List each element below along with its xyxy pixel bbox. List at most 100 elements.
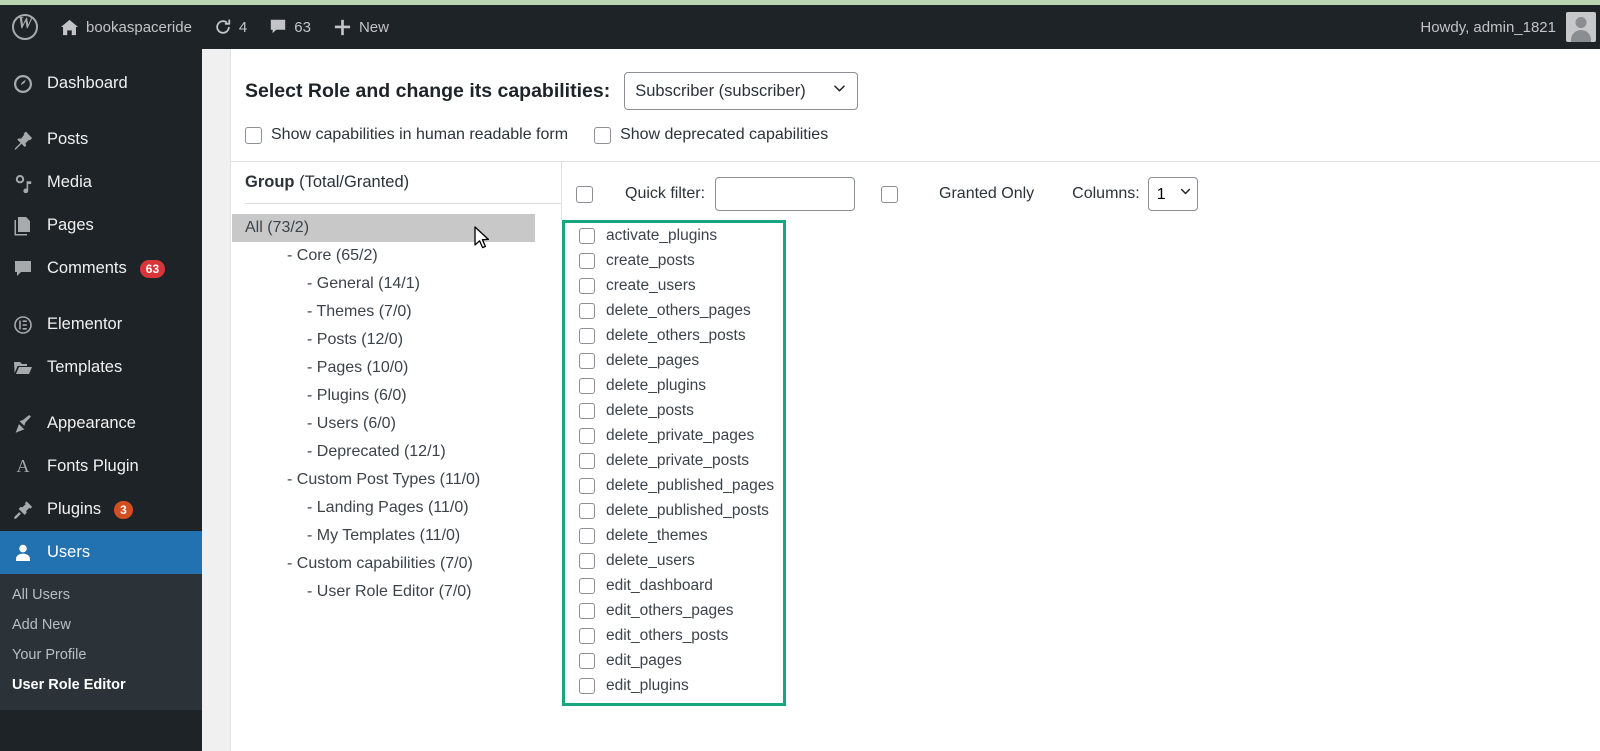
tree-item-my-templates[interactable]: - My Templates (11/0) (245, 522, 561, 550)
capability-label: create_users (606, 276, 696, 294)
human-readable-checkbox[interactable] (245, 126, 262, 144)
capability-row[interactable]: delete_themes (565, 523, 783, 548)
capability-row[interactable]: edit_pages (565, 648, 783, 673)
tree-item-pages[interactable]: - Pages (10/0) (245, 354, 561, 382)
capability-row[interactable]: create_posts (565, 248, 783, 273)
capability-row[interactable]: delete_others_pages (565, 298, 783, 323)
tree-item-custom-post-types[interactable]: - Custom Post Types (11/0) (245, 466, 561, 494)
sidebar-item-users[interactable]: Users (0, 531, 202, 574)
sidebar-subitem-user-role-editor[interactable]: User Role Editor (0, 670, 202, 700)
capability-checkbox[interactable] (579, 252, 595, 269)
sidebar-item-comments[interactable]: Comments 63 (0, 247, 202, 290)
tree-item-user-role-editor[interactable]: - User Role Editor (7/0) (245, 578, 561, 606)
columns-select-wrap: 1 (1147, 177, 1198, 211)
capability-row[interactable]: create_users (565, 273, 783, 298)
tree-item-all[interactable]: All (73/2) (232, 214, 535, 242)
sidebar-item-media[interactable]: Media (0, 161, 202, 204)
role-select[interactable]: Subscriber (subscriber) (624, 72, 859, 110)
plugins-badge: 3 (114, 500, 133, 519)
tree-item-themes[interactable]: - Themes (7/0) (245, 298, 561, 326)
sidebar-item-templates[interactable]: Templates (0, 346, 202, 389)
tree-item-users[interactable]: - Users (6/0) (245, 410, 561, 438)
deprecated-checkbox[interactable] (594, 126, 612, 144)
capability-row[interactable]: delete_private_pages (565, 423, 783, 448)
adminbar-wp-logo[interactable] (0, 5, 49, 49)
granted-only-option[interactable]: Granted Only (881, 185, 1034, 203)
capability-checkbox[interactable] (579, 602, 595, 619)
capability-row[interactable]: delete_posts (565, 398, 783, 423)
capability-checkbox[interactable] (579, 477, 595, 494)
capability-checkbox[interactable] (579, 377, 595, 394)
adminbar-updates[interactable]: 4 (203, 5, 258, 49)
capability-row[interactable]: edit_others_posts (565, 623, 783, 648)
capability-checkbox[interactable] (579, 552, 595, 569)
capability-row[interactable]: edit_plugins (565, 673, 783, 698)
capability-row[interactable]: activate_plugins (565, 223, 783, 248)
quick-filter-label: Quick filter: (625, 185, 706, 202)
tree-item-core[interactable]: - Core (65/2) (245, 242, 561, 270)
capability-checkbox[interactable] (579, 327, 595, 344)
capability-checkbox[interactable] (579, 427, 595, 444)
capability-checkbox[interactable] (579, 577, 595, 594)
home-icon (60, 18, 79, 37)
tree-item-posts[interactable]: - Posts (12/0) (245, 326, 561, 354)
sidebar-item-fonts-plugin[interactable]: A Fonts Plugin (0, 445, 202, 488)
tree-item-deprecated[interactable]: - Deprecated (12/1) (245, 438, 561, 466)
quick-filter-input[interactable] (715, 177, 856, 211)
sidebar-item-posts[interactable]: Posts (0, 118, 202, 161)
capability-checkbox[interactable] (579, 352, 595, 369)
columns-select[interactable]: 1 (1147, 177, 1198, 211)
sidebar-item-elementor[interactable]: Elementor (0, 303, 202, 346)
tree-item-label: - Plugins (6/0) (307, 387, 407, 404)
capability-checkbox[interactable] (579, 677, 595, 694)
submenu-label: User Role Editor (12, 677, 126, 693)
human-readable-option[interactable]: Show capabilities in human readable form (245, 126, 568, 144)
sidebar-item-plugins[interactable]: Plugins 3 (0, 488, 202, 531)
capability-checkbox[interactable] (579, 627, 595, 644)
tree-item-label: - Themes (7/0) (307, 303, 412, 320)
deprecated-option[interactable]: Show deprecated capabilities (594, 126, 828, 144)
capability-row[interactable]: edit_posts (565, 698, 783, 703)
sidebar-item-pages[interactable]: Pages (0, 204, 202, 247)
capability-checkbox[interactable] (579, 302, 595, 319)
capability-checkbox[interactable] (579, 227, 595, 244)
capability-row[interactable]: delete_plugins (565, 373, 783, 398)
adminbar-new[interactable]: New (322, 5, 400, 49)
capability-label: delete_others_posts (606, 326, 746, 344)
sidebar-subitem-your-profile[interactable]: Your Profile (0, 640, 202, 670)
capability-checkbox[interactable] (579, 277, 595, 294)
capability-label: delete_posts (606, 401, 694, 419)
capability-checkbox[interactable] (579, 652, 595, 669)
tree-item-plugins[interactable]: - Plugins (6/0) (245, 382, 561, 410)
capability-row[interactable]: edit_dashboard (565, 573, 783, 598)
submenu-label: Add New (12, 617, 71, 633)
capability-row[interactable]: delete_published_pages (565, 473, 783, 498)
capability-row[interactable]: delete_published_posts (565, 498, 783, 523)
sidebar-item-label: Plugins (47, 500, 102, 518)
capability-checkbox[interactable] (579, 452, 595, 469)
page-title: Select Role and change its capabilities: (245, 79, 611, 102)
capability-checkbox[interactable] (579, 702, 595, 703)
adminbar-account[interactable]: Howdy, admin_1821 (1420, 5, 1600, 49)
capability-row[interactable]: edit_others_pages (565, 598, 783, 623)
sidebar-subitem-all-users[interactable]: All Users (0, 580, 202, 610)
capability-label: delete_published_posts (606, 501, 769, 519)
capability-checkbox[interactable] (579, 527, 595, 544)
tree-item-custom-capabilities[interactable]: - Custom capabilities (7/0) (245, 550, 561, 578)
capability-checkbox[interactable] (579, 502, 595, 519)
capability-checkbox[interactable] (579, 402, 595, 419)
adminbar-site-name[interactable]: bookaspaceride (49, 5, 203, 49)
granted-only-checkbox[interactable] (881, 185, 899, 203)
capability-row[interactable]: delete_pages (565, 348, 783, 373)
select-all-capabilities-checkbox[interactable] (576, 185, 593, 203)
tree-item-general[interactable]: - General (14/1) (245, 270, 561, 298)
sidebar-item-appearance[interactable]: Appearance (0, 402, 202, 445)
capability-row[interactable]: delete_private_posts (565, 448, 783, 473)
capability-row[interactable]: delete_users (565, 548, 783, 573)
sidebar-subitem-add-new[interactable]: Add New (0, 610, 202, 640)
adminbar-comments[interactable]: 63 (258, 5, 322, 49)
tree-item-landing-pages[interactable]: - Landing Pages (11/0) (245, 494, 561, 522)
sidebar-item-dashboard[interactable]: Dashboard (0, 62, 202, 105)
comments-badge: 63 (139, 259, 166, 278)
capability-row[interactable]: delete_others_posts (565, 323, 783, 348)
